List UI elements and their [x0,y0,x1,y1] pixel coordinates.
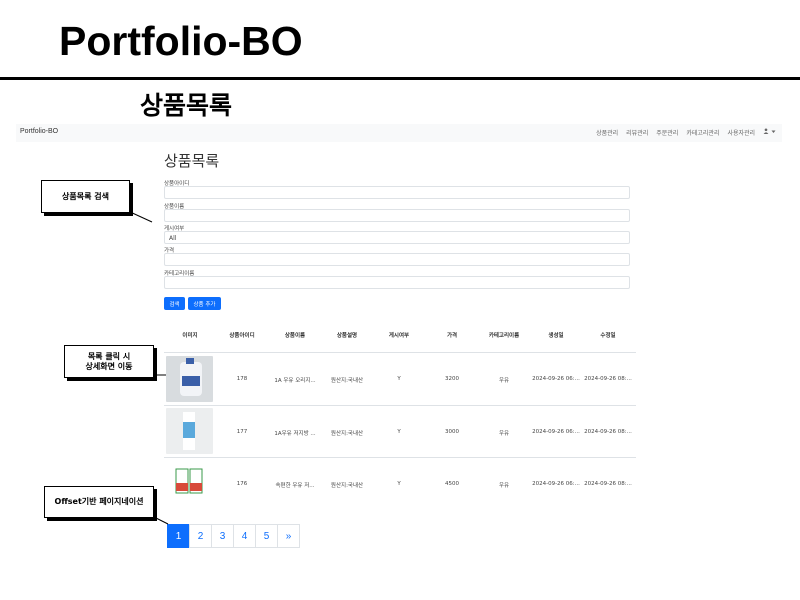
page-1-button[interactable]: 1 [167,524,190,548]
nav-item-users[interactable]: 사용자관리 [727,128,755,137]
product-thumbnail [166,408,213,454]
callout-detail: 목록 클릭 시 상세화면 이동 [64,345,154,378]
product-thumbnail [166,356,213,402]
caret-down-icon [771,130,776,133]
product-name-input[interactable] [164,209,630,222]
cell-price: 3200 [445,376,459,382]
cell-created: 2024-09-26 06:... [532,429,580,435]
col-header-image: 이미지 [182,333,198,339]
nav-item-reviews[interactable]: 리뷰관리 [626,128,648,137]
cell-updated: 2024-09-26 08:... [584,376,632,382]
col-header-id: 상품아이디 [229,333,255,339]
col-header-created: 생성일 [548,333,564,339]
cell-desc: 원산지:국내산 [330,483,364,489]
callout-detail-line1: 목록 클릭 시 [87,352,131,362]
pagination: 1 2 3 4 5 » [167,524,300,548]
row-divider [164,405,636,406]
cell-updated: 2024-09-26 08:... [584,429,632,435]
col-header-price: 가격 [446,333,458,339]
cell-name: 속편한 우유 저... [275,483,315,489]
price-input[interactable] [164,253,630,266]
page-4-button[interactable]: 4 [233,524,256,548]
col-header-posted: 게시여부 [388,333,410,339]
cell-price: 4500 [445,481,459,487]
cell-category: 우유 [498,431,510,437]
page-2-button[interactable]: 2 [189,524,212,548]
person-icon [763,128,769,134]
search-button[interactable]: 검색 [164,297,185,310]
posted-select[interactable]: All [164,231,630,244]
cell-posted: Y [397,481,401,487]
cell-desc: 원산지:국내산 [330,431,364,437]
page-5-button[interactable]: 5 [255,524,278,548]
nav-item-categories[interactable]: 카테고리관리 [686,128,719,137]
callout-search: 상품목록 검색 [41,180,130,213]
product-thumbnail [166,461,213,507]
category-input[interactable] [164,276,630,289]
col-header-name: 상품이름 [284,333,306,339]
cell-created: 2024-09-26 06:... [532,481,580,487]
col-header-desc: 상품설명 [336,333,358,339]
cell-name: 1A 우유 오리지... [274,378,316,384]
cell-posted: Y [397,376,401,382]
next-page-button[interactable]: » [277,524,300,548]
nav-item-orders[interactable]: 주문관리 [656,128,678,137]
col-header-updated: 수정일 [600,333,616,339]
user-menu-dropdown[interactable] [763,128,776,137]
navbar-brand[interactable]: Portfolio-BO [20,128,58,135]
cell-desc: 원산지:국내산 [330,378,364,384]
posted-select-value: All [169,235,177,242]
callout-pagination: Offset기반 페이지네이션 [44,486,154,518]
cell-price: 3000 [445,429,459,435]
cell-id: 178 [236,376,248,382]
product-id-input[interactable] [164,186,630,199]
slide-divider [0,77,800,80]
page-heading: 상품목록 [164,152,220,170]
navbar: Portfolio-BO 상품관리 리뷰관리 주문관리 카테고리관리 사용자관리 [16,124,782,142]
cell-id: 177 [236,429,248,435]
callout-detail-line2: 상세화면 이동 [85,361,133,371]
cell-created: 2024-09-26 06:... [532,376,580,382]
cell-updated: 2024-09-26 08:... [584,481,632,487]
table-header-divider [164,352,636,353]
slide-title: Portfolio-BO [59,18,303,64]
col-header-category: 카테고리이름 [488,333,520,339]
cell-category: 우유 [498,483,510,489]
page-3-button[interactable]: 3 [211,524,234,548]
cell-category: 우유 [498,378,510,384]
cell-id: 176 [236,481,248,487]
add-product-button[interactable]: 상품 추가 [188,297,221,310]
cell-name: 1A우유 저지방 ... [274,431,316,437]
nav-item-products[interactable]: 상품관리 [596,128,618,137]
cell-posted: Y [397,429,401,435]
navbar-links: 상품관리 리뷰관리 주문관리 카테고리관리 사용자관리 [596,128,776,137]
slide-subtitle: 상품목록 [140,91,233,120]
row-divider [164,457,636,458]
